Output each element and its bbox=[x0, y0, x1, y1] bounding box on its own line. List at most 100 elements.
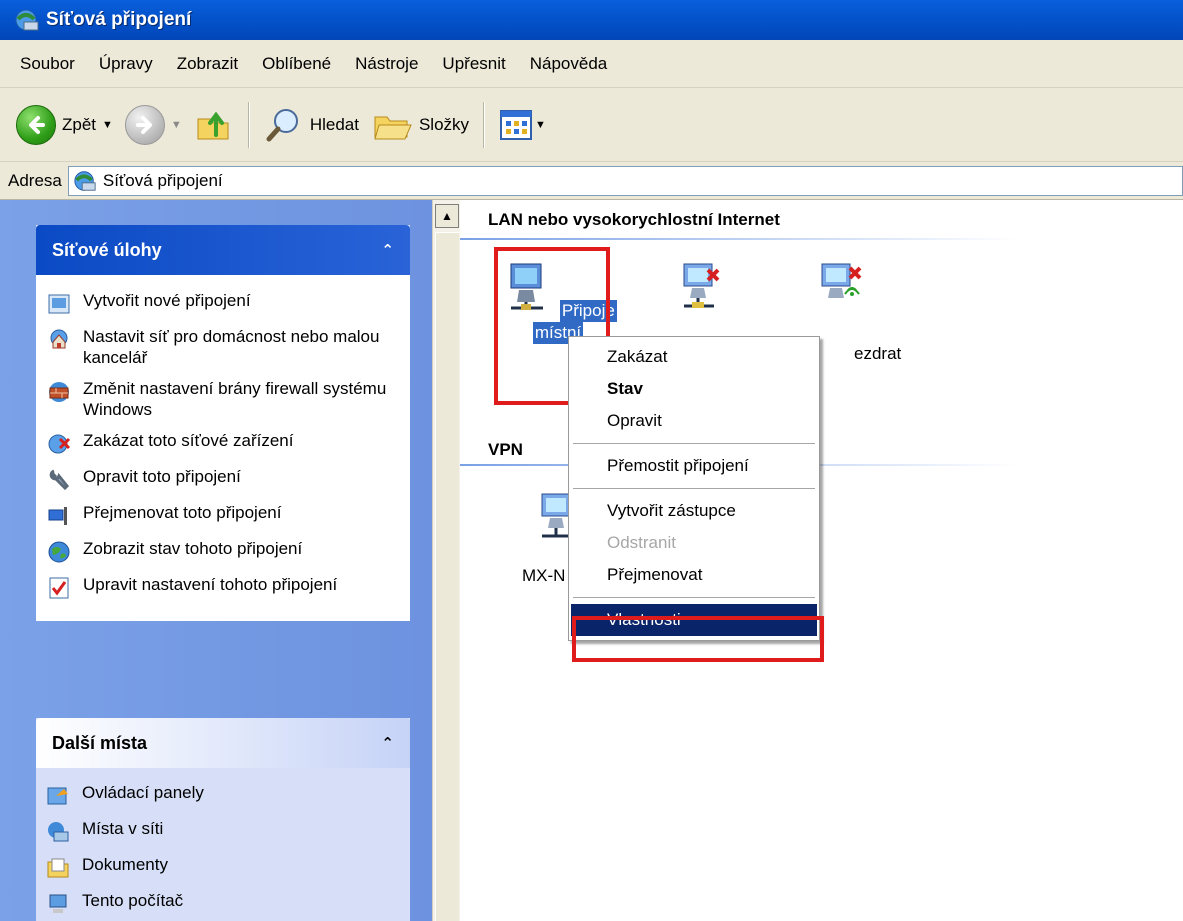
scroll-track[interactable] bbox=[435, 232, 459, 921]
up-folder-icon bbox=[197, 111, 229, 139]
wireless-connection-label: ezdrat bbox=[854, 344, 902, 363]
menu-advanced[interactable]: Upřesnit bbox=[430, 54, 517, 74]
menu-separator bbox=[573, 443, 815, 444]
disable-device-icon bbox=[48, 434, 71, 454]
place-label: Ovládací panely bbox=[82, 783, 204, 802]
place-documents[interactable]: Dokumenty bbox=[46, 854, 404, 880]
ctx-repair[interactable]: Opravit bbox=[571, 405, 817, 437]
views-dropdown-icon[interactable]: ▼ bbox=[535, 119, 546, 131]
task-setup-home-network[interactable]: Nastavit síť pro domácnost nebo malou ka… bbox=[47, 326, 403, 368]
folders-button[interactable]: Složky bbox=[365, 97, 475, 153]
control-panel-icon bbox=[47, 787, 68, 805]
menu-edit[interactable]: Úpravy bbox=[87, 54, 165, 74]
task-change-settings[interactable]: Upravit nastavení tohoto připojení bbox=[47, 574, 403, 600]
menu-separator bbox=[573, 488, 815, 489]
network-tasks-title: Síťové úlohy bbox=[52, 239, 162, 260]
task-disable-device[interactable]: Zakázat toto síťové zařízení bbox=[47, 430, 403, 456]
vertical-scrollbar[interactable]: ▲ bbox=[432, 200, 460, 921]
documents-folder-icon bbox=[47, 858, 69, 878]
network-tasks-panel: Síťové úlohy ⌃ Vytvořit nové připojení N… bbox=[36, 225, 410, 621]
vpn-connection-label: MX-N bbox=[522, 566, 566, 585]
ctx-bridge[interactable]: Přemostit připojení bbox=[571, 450, 817, 482]
forward-dropdown-icon[interactable]: ▼ bbox=[171, 119, 182, 131]
ctx-status[interactable]: Stav bbox=[571, 373, 817, 405]
task-repair-connection[interactable]: Opravit toto připojení bbox=[47, 466, 403, 492]
task-label: Zakázat toto síťové zařízení bbox=[83, 431, 294, 450]
network-connections-icon bbox=[15, 9, 39, 31]
search-label: Hledat bbox=[309, 114, 359, 134]
lan-connection-2-item[interactable] bbox=[640, 260, 760, 321]
task-firewall-settings[interactable]: Změnit nastavení brány firewall systému … bbox=[47, 378, 403, 420]
task-label: Zobrazit stav tohoto připojení bbox=[83, 539, 303, 558]
search-icon bbox=[266, 108, 298, 141]
group-divider bbox=[460, 238, 1020, 240]
toolbar: Zpět ▼ ▼ Hledat Složky ▼ bbox=[0, 88, 1183, 162]
views-button[interactable]: ▼ bbox=[493, 97, 552, 153]
place-my-computer[interactable]: Tento počítač bbox=[46, 890, 404, 916]
network-connections-icon bbox=[74, 170, 96, 191]
task-label: Přejmenovat toto připojení bbox=[83, 503, 282, 522]
ctx-disable[interactable]: Zakázat bbox=[571, 341, 817, 373]
my-computer-icon bbox=[49, 894, 67, 913]
up-folder-button[interactable] bbox=[188, 97, 240, 153]
task-view-status[interactable]: Zobrazit stav tohoto připojení bbox=[47, 538, 403, 564]
back-dropdown-icon[interactable]: ▼ bbox=[102, 119, 113, 131]
place-control-panel[interactable]: Ovládací panely bbox=[46, 782, 404, 808]
context-menu: Zakázat Stav Opravit Přemostit připojení… bbox=[568, 336, 820, 641]
network-places-icon bbox=[48, 822, 69, 842]
menu-bar: Soubor Úpravy Zobrazit Oblíbené Nástroje… bbox=[0, 40, 1183, 88]
task-rename-connection[interactable]: Přejmenovat toto připojení bbox=[47, 502, 403, 528]
window-title: Síťová připojení bbox=[46, 9, 192, 30]
search-button[interactable]: Hledat bbox=[258, 97, 365, 153]
forward-arrow-icon bbox=[124, 104, 165, 145]
views-icon bbox=[500, 109, 533, 140]
wireless-connection-item[interactable] bbox=[780, 260, 900, 321]
task-label: Vytvořit nové připojení bbox=[83, 291, 251, 310]
disconnected-lan-icon bbox=[683, 263, 720, 308]
other-places-header[interactable]: Další místa ⌃ bbox=[36, 718, 410, 768]
task-create-connection[interactable]: Vytvořit nové připojení bbox=[47, 290, 403, 316]
menu-help[interactable]: Nápověda bbox=[518, 54, 620, 74]
task-label: Opravit toto připojení bbox=[83, 467, 241, 486]
menu-favorites[interactable]: Oblíbené bbox=[250, 54, 343, 74]
menu-file[interactable]: Soubor bbox=[8, 54, 87, 74]
rename-icon bbox=[48, 507, 67, 525]
task-label: Nastavit síť pro domácnost nebo malou ka… bbox=[83, 327, 380, 367]
toolbar-separator bbox=[483, 101, 486, 148]
status-globe-icon bbox=[48, 541, 70, 563]
collapse-chevron-icon[interactable]: ⌃ bbox=[381, 241, 394, 259]
toolbar-separator bbox=[247, 101, 250, 148]
address-value: Síťová připojení bbox=[102, 170, 223, 190]
place-label: Místa v síti bbox=[82, 819, 164, 838]
place-label: Dokumenty bbox=[82, 855, 168, 874]
wrench-icon bbox=[49, 469, 70, 491]
task-label: Změnit nastavení brány firewall systému … bbox=[83, 379, 387, 419]
network-tasks-header[interactable]: Síťové úlohy ⌃ bbox=[36, 225, 410, 275]
back-arrow-icon bbox=[16, 104, 56, 145]
menu-view[interactable]: Zobrazit bbox=[165, 54, 250, 74]
place-label: Tento počítač bbox=[82, 891, 184, 910]
home-network-icon bbox=[50, 329, 68, 349]
back-button[interactable]: Zpět ▼ bbox=[10, 97, 119, 153]
folders-label: Složky bbox=[418, 114, 470, 134]
ctx-delete: Odstranit bbox=[607, 533, 676, 552]
title-bar[interactable]: Síťová připojení bbox=[0, 0, 1183, 40]
checklist-icon bbox=[49, 577, 69, 599]
place-network-places[interactable]: Místa v síti bbox=[46, 818, 404, 844]
forward-button[interactable]: ▼ bbox=[119, 97, 188, 153]
ctx-rename[interactable]: Přejmenovat bbox=[571, 559, 817, 591]
firewall-icon bbox=[49, 382, 69, 402]
menu-separator bbox=[573, 597, 815, 598]
new-connection-icon bbox=[48, 294, 70, 314]
task-label: Upravit nastavení tohoto připojení bbox=[83, 575, 338, 594]
collapse-chevron-icon[interactable]: ⌃ bbox=[381, 734, 394, 752]
address-label: Adresa bbox=[8, 170, 62, 190]
ctx-create-shortcut[interactable]: Vytvořit zástupce bbox=[571, 495, 817, 527]
scroll-up-button[interactable]: ▲ bbox=[435, 204, 459, 228]
group-lan-title: LAN nebo vysokorychlostní Internet bbox=[488, 210, 780, 229]
task-pane: Síťové úlohy ⌃ Vytvořit nové připojení N… bbox=[0, 200, 432, 921]
group-vpn-title: VPN bbox=[488, 440, 523, 459]
wireless-connection-icon bbox=[821, 263, 862, 298]
menu-tools[interactable]: Nástroje bbox=[343, 54, 430, 74]
address-input[interactable]: Síťová připojení bbox=[67, 165, 1183, 196]
